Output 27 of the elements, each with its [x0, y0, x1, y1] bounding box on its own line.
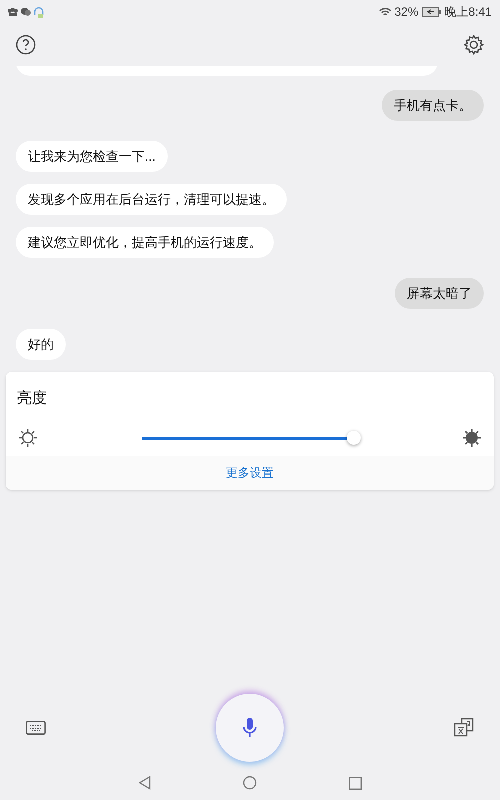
wifi-icon	[378, 7, 392, 17]
assistant-message-bubble: 好的	[16, 329, 66, 360]
assistant-message-bubble: 建议您立即优化，提高手机的运行速度。	[16, 227, 274, 258]
translate-icon[interactable]	[454, 718, 474, 738]
assistant-message-bubble: 让我来为您检查一下...	[16, 141, 168, 172]
notification-icon	[8, 8, 18, 16]
recent-apps-icon[interactable]	[348, 776, 362, 790]
battery-percent: 32%	[394, 4, 419, 21]
settings-icon[interactable]	[464, 35, 484, 55]
voice-input-button[interactable]	[216, 694, 284, 762]
more-settings-link[interactable]: 更多设置	[226, 464, 274, 482]
microphone-icon	[243, 718, 257, 738]
home-icon[interactable]	[242, 776, 256, 790]
chat-icon	[21, 8, 31, 16]
user-message-bubble: 屏幕太暗了	[395, 278, 484, 309]
assistant-message-bubble: 发现多个应用在后台运行，清理可以提速。	[16, 184, 287, 215]
card-title: 亮度	[16, 389, 48, 409]
headset-icon	[34, 6, 44, 18]
user-message-bubble: 手机有点卡。	[382, 90, 484, 121]
brightness-slider[interactable]	[142, 431, 358, 445]
brightness-low-icon[interactable]	[18, 428, 38, 448]
battery-icon	[422, 7, 442, 17]
back-icon[interactable]	[138, 776, 150, 790]
keyboard-icon[interactable]	[26, 721, 46, 735]
clock-time: 晚上8:41	[444, 4, 492, 21]
brightness-high-icon[interactable]	[462, 428, 482, 448]
help-icon[interactable]	[16, 35, 36, 55]
